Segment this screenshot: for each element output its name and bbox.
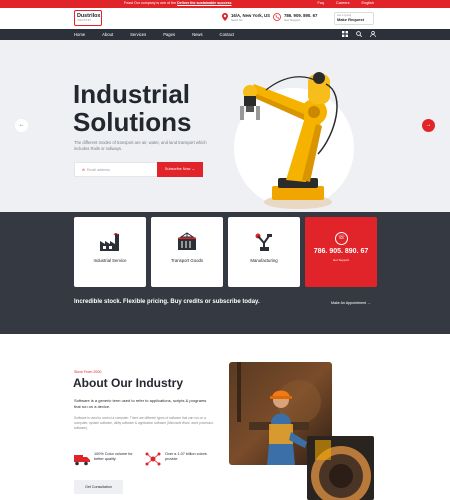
hero-title-line2: Solutions [73,107,192,137]
make-appointment-link[interactable]: Make An Appointment → [331,301,371,305]
phone-icon [273,13,281,21]
language-select[interactable]: English [362,1,374,5]
email-placeholder: Email address [87,168,110,172]
tagline-text: Incredible stock. Flexible pricing. Buy … [74,299,260,305]
about-text: Software is used to control a computer. … [74,416,214,430]
about-lead: Software is a generic term used to refer… [74,398,207,409]
hero-title: Industrial Solutions [73,80,223,136]
faq-link[interactable]: Faq [317,1,324,5]
feature-text: 100% Color volume for better quality [94,452,133,461]
service-card-label: Transport Goods [170,258,204,263]
top-bar: Feast Our company is one of the Deliver … [0,0,450,8]
container-icon [178,232,196,250]
truck-icon [74,455,90,466]
band-top [0,212,450,227]
main-nav: Home About Services Pages News Contact [0,29,450,40]
make-request-button[interactable]: Get a Quote Make Request [334,12,374,25]
top-links: Faq Careers English [317,1,374,5]
nav-about[interactable]: About [102,32,113,37]
robot-arm-image [240,72,338,209]
nav-news[interactable]: News [192,32,202,37]
support-card[interactable]: ☏ 786. 905. 890. 67 Get Support [305,217,377,287]
since-label: Since From 2000 [74,370,102,374]
nav-contact[interactable]: Contact [220,32,234,37]
service-card-industrial[interactable]: Industrial Service [74,217,146,287]
service-card-label: Manufacturing [250,258,278,263]
promo-text: Feast Our company is one of the Deliver … [124,1,232,5]
service-card-label: Industrial Service [93,258,127,263]
pipe-photo [307,436,374,500]
factory-icon [100,233,119,251]
network-icon [145,452,161,466]
service-card-manufacturing[interactable]: Manufacturing [228,217,300,287]
hero-section: ← → Industrial Solutions The different m… [0,40,450,212]
grid-icon[interactable] [342,31,348,37]
prev-slide-button[interactable]: ← [15,119,28,132]
address-info: 16/A, New York, US Send Us [222,13,270,22]
next-slide-button[interactable]: → [422,119,435,132]
headset-icon: ☏ [335,232,348,245]
about-title: About Our Industry [73,376,183,390]
nav-home[interactable]: Home [74,32,85,37]
subscribe-button[interactable]: Subscribe Now → [157,162,203,177]
robot-arm-icon [255,233,272,251]
phone-info: 786. 909. 890. 67 Get Support [273,13,317,22]
address-caption: Send Us [231,18,243,22]
envelope-icon: ✉ [82,168,86,172]
header: Dustrilox INDUSTRY 16/A, New York, US Se… [0,8,450,29]
support-number: 786. 905. 890. 67 [313,248,369,255]
consultation-button[interactable]: Get Consultation [74,480,123,494]
map-pin-icon [222,13,228,21]
careers-link[interactable]: Careers [336,1,350,5]
hero-description: The different modes of transport are air… [74,140,207,151]
promo-link[interactable]: Deliver the sustainable success [177,1,231,5]
support-caption: Get Support [332,258,350,262]
logo-sub: INDUSTRY [77,19,92,22]
feature-color-volume: 100% Color volume for better quality [74,452,140,466]
nav-pages[interactable]: Pages [163,32,175,37]
services-band: Incredible stock. Flexible pricing. Buy … [0,227,450,334]
service-card-transport[interactable]: Transport Goods [151,217,223,287]
phone-caption: Get Support [284,18,301,22]
search-icon[interactable] [356,31,362,37]
email-input[interactable]: ✉ Email address [74,162,158,177]
feature-text: Over a 1.07 billion colors provide [165,452,207,461]
nav-services[interactable]: Services [130,32,146,37]
feature-colors: Over a 1.07 billion colors provide [145,452,211,466]
logo[interactable]: Dustrilox INDUSTRY [74,10,102,26]
hero-title-line1: Industrial [73,79,191,109]
user-icon[interactable] [370,31,376,37]
quote-label: Make Request [337,17,364,22]
